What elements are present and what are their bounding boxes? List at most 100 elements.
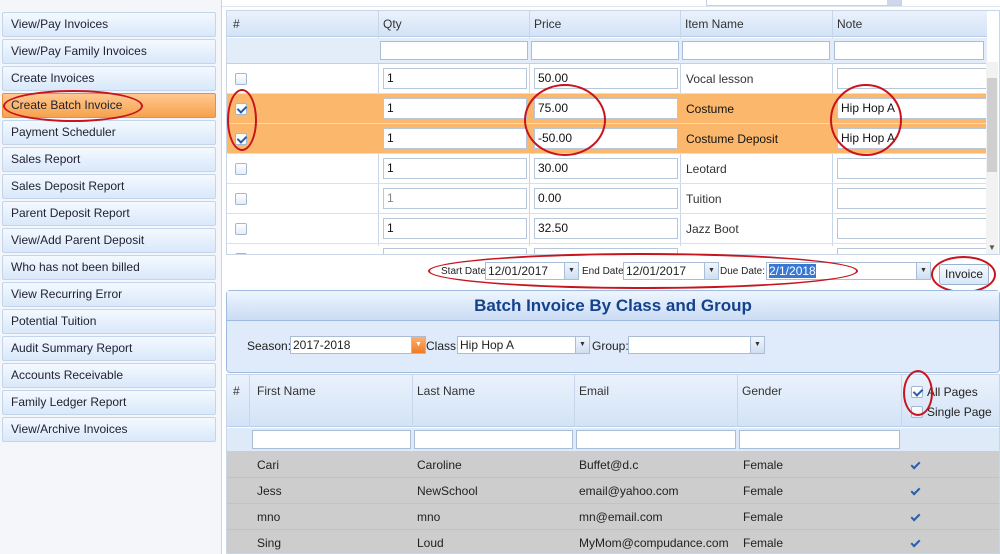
nav-view-recurring-error[interactable]: View Recurring Error (2, 282, 216, 307)
scroll-down-arrow-icon[interactable]: ▼ (988, 243, 996, 252)
col-header-first-name[interactable]: First Name (257, 384, 316, 398)
nav-accounts-receivable[interactable]: Accounts Receivable (2, 363, 216, 388)
col-header-number: # (233, 384, 240, 398)
nav-parent-deposit-report[interactable]: Parent Deposit Report (2, 201, 216, 226)
filter-first-name-input[interactable] (252, 430, 411, 449)
item-row: 1 32.50 Jazz Boot (227, 214, 987, 244)
email: Buffet@d.c (579, 458, 639, 472)
price-input[interactable]: -50.00 (534, 128, 678, 149)
qty-input[interactable]: 1 (383, 218, 527, 239)
start-date-value: 12/01/2017 (488, 264, 549, 278)
top-search-button[interactable] (887, 0, 901, 5)
panel-title: Batch Invoice By Class and Group (227, 291, 999, 321)
col-header-item-name[interactable]: Item Name (685, 17, 744, 31)
col-header-price[interactable]: Price (534, 17, 561, 31)
note-input[interactable] (837, 68, 987, 89)
col-header-email[interactable]: Email (579, 384, 609, 398)
nav-create-batch-invoice[interactable]: Create Batch Invoice (2, 93, 216, 118)
nav-view-pay-family-invoices[interactable]: View/Pay Family Invoices (2, 39, 216, 64)
student-row: mno mno mn@email.com Female (227, 504, 999, 530)
all-pages-checkbox[interactable] (911, 386, 923, 398)
student-selected-check-icon[interactable] (910, 512, 920, 522)
due-date-dropdown-icon[interactable]: ▼ (916, 263, 930, 279)
items-filter-row (227, 38, 987, 64)
item-row-checkbox-checked[interactable] (235, 133, 247, 145)
first-name: Sing (257, 536, 282, 550)
note-input[interactable] (837, 248, 987, 254)
class-select[interactable]: Hip Hop A ▼ (457, 336, 590, 354)
nav-view-pay-invoices[interactable]: View/Pay Invoices (2, 12, 216, 37)
nav-audit-summary-report[interactable]: Audit Summary Report (2, 336, 216, 361)
note-input[interactable] (837, 188, 987, 209)
filter-qty-input[interactable] (380, 41, 528, 60)
item-row-checkbox-checked[interactable] (235, 103, 247, 115)
col-header-qty[interactable]: Qty (383, 17, 402, 31)
price-input[interactable]: 0.00 (534, 188, 678, 209)
due-date-input[interactable]: 2/1/2018 ▼ (766, 262, 931, 280)
note-input[interactable] (837, 218, 987, 239)
items-grid-scrollbar[interactable]: ▼ (986, 62, 998, 254)
note-input[interactable] (837, 158, 987, 179)
nav-view-add-parent-deposit[interactable]: View/Add Parent Deposit (2, 228, 216, 253)
note-input[interactable]: Hip Hop A (837, 98, 987, 119)
price-input[interactable]: 30.00 (534, 158, 678, 179)
col-header-gender[interactable]: Gender (742, 384, 782, 398)
season-dropdown-icon[interactable]: ▼ (411, 337, 425, 353)
nav-view-archive-invoices[interactable]: View/Archive Invoices (2, 417, 216, 442)
nav-potential-tuition[interactable]: Potential Tuition (2, 309, 216, 334)
student-selected-check-icon[interactable] (910, 538, 920, 548)
top-search-input[interactable] (706, 0, 902, 6)
group-label: Group: (592, 339, 629, 353)
col-header-last-name[interactable]: Last Name (417, 384, 475, 398)
price-input[interactable]: 50.00 (534, 68, 678, 89)
items-grid-header: # Qty Price Item Name Note (227, 11, 987, 37)
nav-sales-report[interactable]: Sales Report (2, 147, 216, 172)
start-date-input[interactable]: 12/01/2017 ▼ (485, 262, 579, 280)
invoice-button[interactable]: Invoice (939, 264, 989, 285)
single-page-label: Single Page (927, 405, 992, 419)
scrollbar-thumb[interactable] (987, 78, 997, 172)
end-date-dropdown-icon[interactable]: ▼ (704, 263, 718, 279)
student-selected-check-icon[interactable] (910, 460, 920, 470)
class-value: Hip Hop A (460, 338, 515, 352)
item-row-checkbox[interactable] (235, 223, 247, 235)
all-pages-label: All Pages (927, 385, 978, 399)
col-header-note[interactable]: Note (837, 17, 862, 31)
student-row: Jess NewSchool email@yahoo.com Female (227, 478, 999, 504)
start-date-dropdown-icon[interactable]: ▼ (564, 263, 578, 279)
filter-email-input[interactable] (576, 430, 736, 449)
filter-gender-input[interactable] (739, 430, 900, 449)
nav-create-invoices[interactable]: Create Invoices (2, 66, 216, 91)
season-select[interactable]: 2017-2018 ▼ (290, 336, 426, 354)
single-page-checkbox[interactable] (911, 406, 923, 418)
nav-sales-deposit-report[interactable]: Sales Deposit Report (2, 174, 216, 199)
students-filter-row (227, 428, 999, 452)
note-input[interactable]: Hip Hop A (837, 128, 987, 149)
item-name: Tuition (686, 192, 722, 206)
student-selected-check-icon[interactable] (910, 486, 920, 496)
item-row-checkbox[interactable] (235, 253, 247, 254)
group-select[interactable]: ▼ (628, 336, 765, 354)
filter-price-input[interactable] (531, 41, 679, 60)
filter-item-name-input[interactable] (682, 41, 830, 60)
filter-last-name-input[interactable] (414, 430, 573, 449)
item-row: 1 50.00 Vocal lesson (227, 64, 987, 94)
nav-who-has-not-been-billed[interactable]: Who has not been billed (2, 255, 216, 280)
qty-input[interactable]: 1 (383, 98, 527, 119)
item-row-checkbox[interactable] (235, 193, 247, 205)
qty-input[interactable]: 1 (383, 128, 527, 149)
price-input[interactable] (534, 248, 678, 254)
nav-family-ledger-report[interactable]: Family Ledger Report (2, 390, 216, 415)
item-row-checkbox[interactable] (235, 163, 247, 175)
nav-payment-scheduler[interactable]: Payment Scheduler (2, 120, 216, 145)
class-dropdown-icon[interactable]: ▼ (575, 337, 589, 353)
qty-input[interactable] (383, 248, 527, 254)
filter-note-input[interactable] (834, 41, 984, 60)
price-input[interactable]: 32.50 (534, 218, 678, 239)
price-input[interactable]: 75.00 (534, 98, 678, 119)
qty-input[interactable]: 1 (383, 68, 527, 89)
qty-input[interactable]: 1 (383, 158, 527, 179)
end-date-input[interactable]: 12/01/2017 ▼ (623, 262, 719, 280)
item-row-checkbox[interactable] (235, 73, 247, 85)
group-dropdown-icon[interactable]: ▼ (750, 337, 764, 353)
